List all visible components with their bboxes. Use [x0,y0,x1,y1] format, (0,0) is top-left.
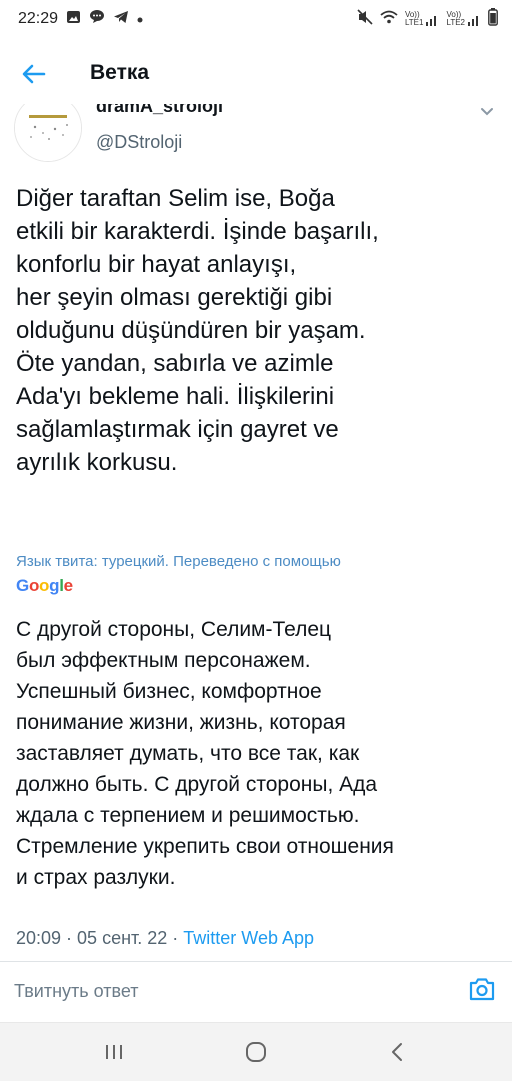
translated-text: С другой стороны, Селим-Телец был эффект… [16,618,394,889]
system-nav-bar [0,1022,512,1081]
home-icon[interactable] [242,1039,270,1065]
status-time: 22:29 [18,10,59,27]
lte2-label: LTE2 [446,18,465,27]
mute-icon [357,8,373,30]
google-logo: Google [16,576,73,595]
app-bar: Ветка [0,44,512,104]
meta-separator: · [61,928,78,948]
volte-lte1-signal-icon: Vo)) LTE1 [405,11,440,27]
author-handle[interactable]: @DStroloji [96,132,182,153]
meta-separator: · [167,928,184,948]
tweet-text: Diğer taraftan Selim ise, Boğa etkili bi… [16,185,379,476]
page-title: Ветка [90,61,150,84]
tweet-author: dramA_stroloji @DStroloji [0,104,512,164]
status-bar: 22:29 Vo)) LTE1 Vo)) LTE2 [0,0,512,38]
tweet-time: 20:09 [16,928,62,948]
tweet-meta: 20:09 · 05 сент. 22 · Twitter Web App [16,928,314,949]
telegram-icon [113,10,129,29]
chat-bubble-icon [89,9,105,29]
tweet-date: 05 сент. 22 [77,928,168,948]
author-name[interactable]: dramA_stroloji [96,104,223,117]
lte1-label: LTE1 [404,18,424,27]
chevron-down-icon[interactable] [480,104,494,116]
wifi-icon [380,10,398,29]
tweet-source-link[interactable]: Twitter Web App [183,928,314,948]
battery-icon [488,7,498,31]
notification-dot-icon [137,10,143,28]
reply-bar [0,962,512,1020]
gallery-icon [66,10,81,29]
reply-input[interactable] [14,976,434,1006]
camera-icon[interactable] [468,976,496,1002]
recents-icon[interactable] [100,1039,128,1065]
translation-note[interactable]: Язык твита: турецкий. Переведено с помощ… [16,553,496,570]
avatar[interactable] [14,104,82,162]
arrow-left-icon[interactable] [20,60,48,88]
volte-lte2-signal-icon: Vo)) LTE2 [446,11,481,27]
back-chevron-icon[interactable] [384,1039,412,1065]
